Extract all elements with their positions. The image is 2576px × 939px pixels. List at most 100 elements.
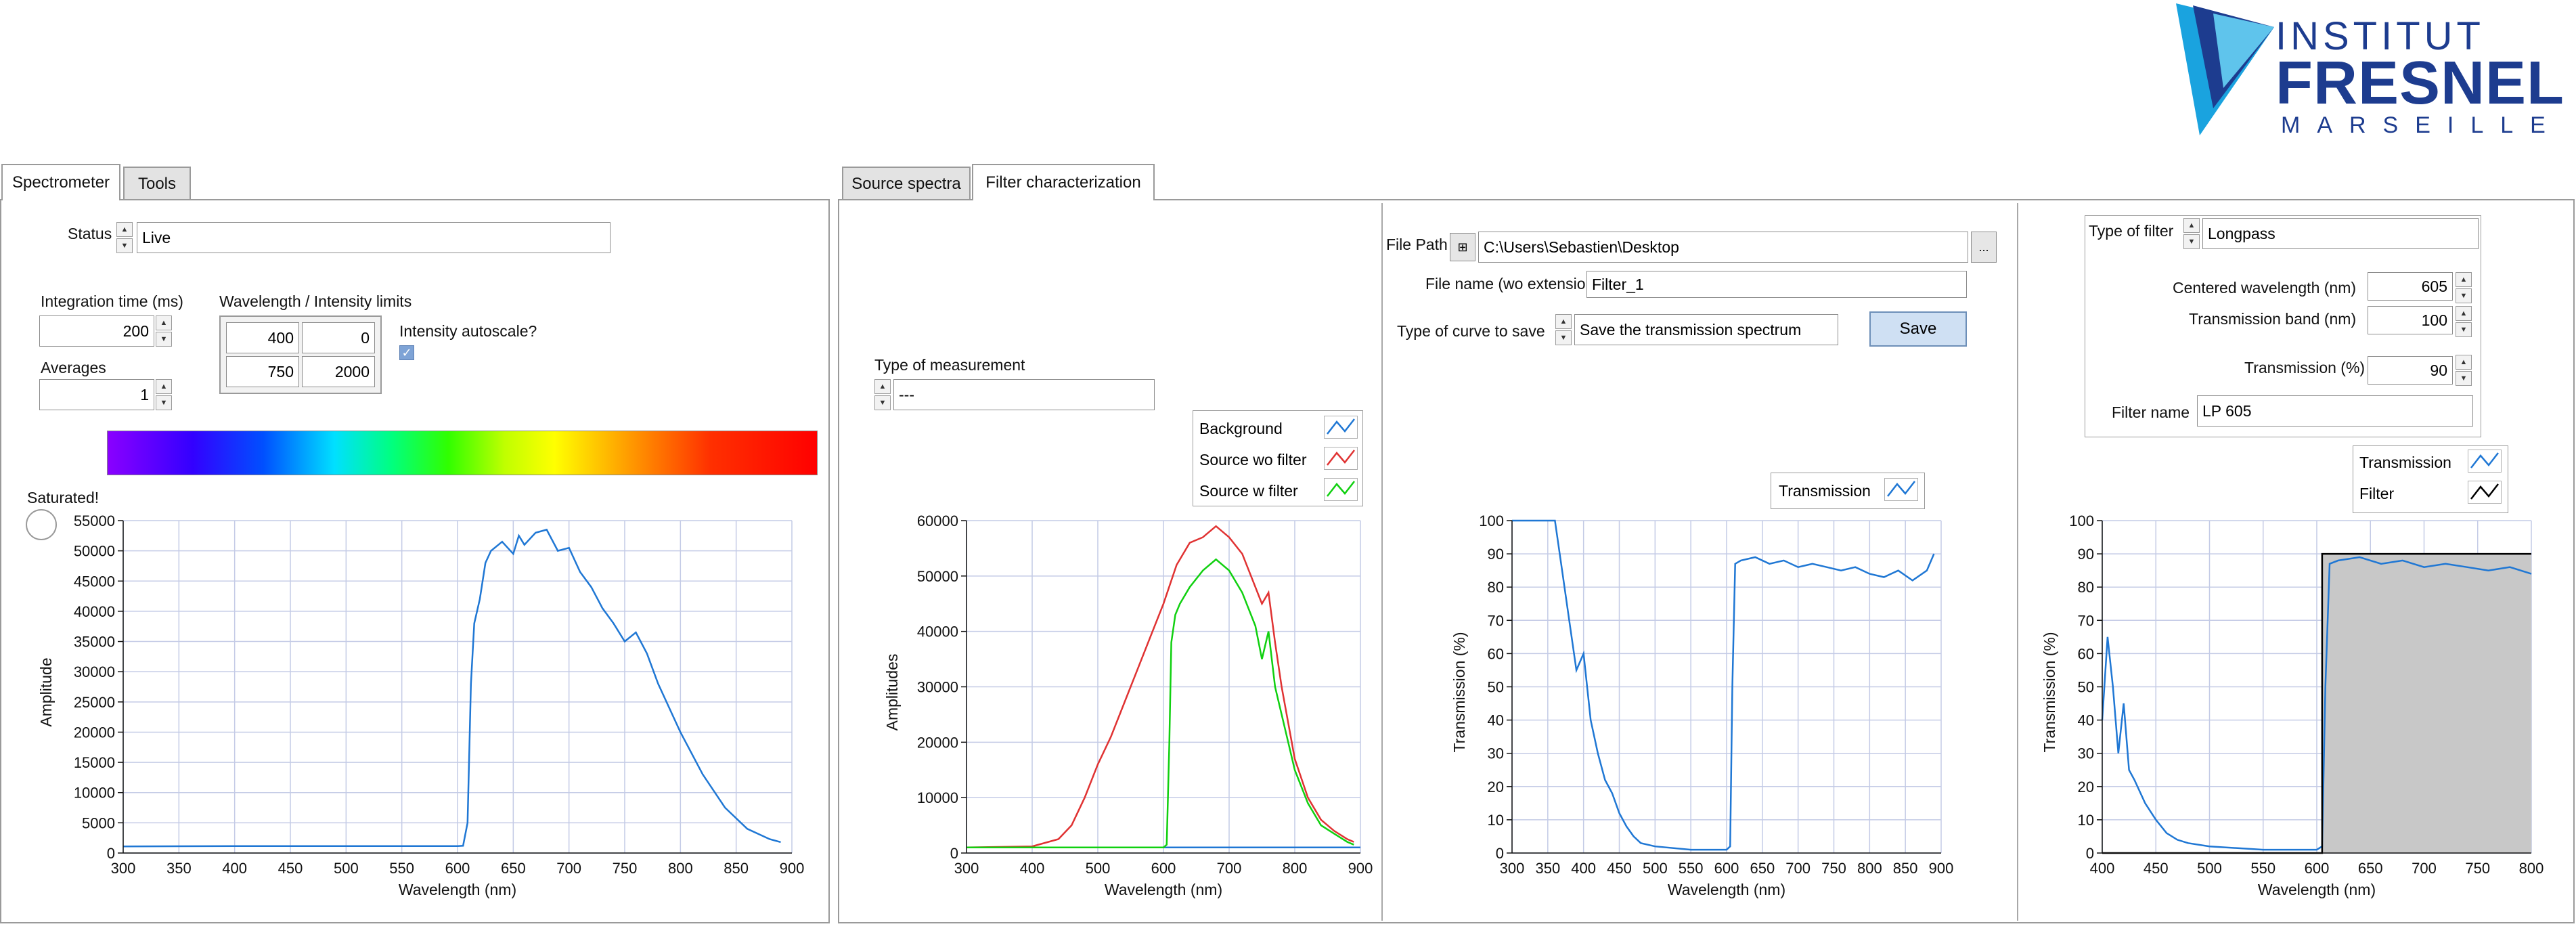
- transmission-percent-field[interactable]: 90: [2368, 356, 2453, 385]
- y-tick-label: 60000: [917, 512, 958, 529]
- filter-name-field[interactable]: LP 605: [2197, 395, 2473, 427]
- spin-down-icon[interactable]: ▼: [116, 238, 133, 253]
- type-of-filter-label: Type of filter: [2089, 222, 2174, 240]
- tab-source-spectra[interactable]: Source spectra: [842, 167, 971, 200]
- y-tick-label: 15000: [74, 754, 115, 771]
- spin-down-icon[interactable]: ▼: [2183, 234, 2200, 249]
- logo-line-2: FRESNEL: [2275, 49, 2565, 117]
- transmission-band-spinner[interactable]: ▲ ▼: [2456, 306, 2472, 337]
- spin-up-icon[interactable]: ▲: [2456, 272, 2472, 287]
- spin-down-icon[interactable]: ▼: [2456, 371, 2472, 386]
- legend-source-wo-filter: Source wo filter: [1199, 451, 1307, 468]
- autoscale-checkbox[interactable]: ✓: [399, 345, 414, 360]
- x-tick-label: 750: [2465, 860, 2490, 877]
- x-tick-label: 550: [389, 860, 414, 877]
- section-divider: [2017, 203, 2018, 921]
- file-path-browse-icon[interactable]: ⊞: [1450, 233, 1475, 261]
- spin-up-icon[interactable]: ▲: [1555, 314, 1572, 329]
- y-tick-label: 90: [1488, 546, 1504, 563]
- curve-type-field[interactable]: Save the transmission spectrum: [1574, 314, 1838, 345]
- x-tick-label: 700: [2412, 860, 2437, 877]
- spin-down-icon[interactable]: ▼: [2456, 322, 2472, 337]
- centered-wavelength-field[interactable]: 605: [2368, 272, 2453, 301]
- y-tick-label: 40: [1488, 712, 1504, 729]
- spin-up-icon[interactable]: ▲: [874, 379, 891, 394]
- x-tick-label: 350: [166, 860, 192, 877]
- institut-fresnel-logo: INSTITUT FRESNEL MARSEILLE: [2173, 0, 2564, 142]
- y-tick-label: 30: [2078, 745, 2094, 762]
- status-label: Status: [68, 225, 112, 242]
- transmission-chart: 300 350 400 450 500 550 600 650 700 750 800 850 900 0…: [1450, 512, 1954, 898]
- legend-transmission: Transmission: [2359, 454, 2451, 471]
- x-tick-label: 450: [2144, 860, 2169, 877]
- spin-up-icon[interactable]: ▲: [2456, 306, 2472, 321]
- y-tick-label: 40: [2078, 712, 2094, 729]
- transmission-band-field[interactable]: 100: [2368, 306, 2453, 334]
- legend-swatch-blue: [1884, 478, 1918, 501]
- file-name-field[interactable]: Filter_1: [1586, 271, 1967, 298]
- intensity-max-field[interactable]: 2000: [302, 356, 375, 387]
- averages-field[interactable]: 1: [39, 379, 154, 410]
- measurement-spinner[interactable]: ▲ ▼: [874, 379, 891, 410]
- x-tick-label: 450: [278, 860, 303, 877]
- spin-down-icon[interactable]: ▼: [156, 395, 172, 410]
- x-tick-label: 350: [1535, 860, 1560, 877]
- x-tick-label: 300: [111, 860, 136, 877]
- wavelength-min-field[interactable]: 400: [226, 322, 299, 353]
- integration-time-field[interactable]: 200: [39, 315, 154, 347]
- spin-up-icon[interactable]: ▲: [2183, 218, 2200, 233]
- y-tick-label: 50000: [74, 543, 115, 560]
- centered-wavelength-spinner[interactable]: ▲ ▼: [2456, 272, 2472, 303]
- tab-tools[interactable]: Tools: [123, 167, 191, 200]
- spin-up-icon[interactable]: ▲: [2456, 355, 2472, 370]
- limits-label: Wavelength / Intensity limits: [219, 292, 412, 310]
- spin-down-icon[interactable]: ▼: [2456, 288, 2472, 303]
- curve-type-spinner[interactable]: ▲ ▼: [1555, 314, 1572, 345]
- y-tick-label: 5000: [82, 814, 115, 831]
- file-path-field[interactable]: C:\Users\Sebastien\Desktop: [1478, 232, 1968, 263]
- autoscale-label: Intensity autoscale?: [399, 322, 537, 340]
- save-button[interactable]: Save: [1869, 311, 1967, 347]
- y-axis-title: Amplitudes: [883, 654, 901, 731]
- legend-swatch-red: [1324, 447, 1358, 470]
- y-tick-label: 10: [1488, 812, 1504, 829]
- filter-type-spinner[interactable]: ▲ ▼: [2183, 218, 2200, 249]
- x-tick-label: 850: [1893, 860, 1918, 877]
- x-tick-label: 900: [1929, 860, 1954, 877]
- y-axis-title: Amplitude: [37, 657, 55, 726]
- wavelength-max-field[interactable]: 750: [226, 356, 299, 387]
- x-tick-label: 700: [1217, 860, 1242, 877]
- spin-up-icon[interactable]: ▲: [116, 222, 133, 237]
- y-tick-label: 20: [2078, 779, 2094, 795]
- x-tick-label: 800: [2519, 860, 2544, 877]
- spin-down-icon[interactable]: ▼: [1555, 330, 1572, 345]
- y-tick-label: 80: [2078, 579, 2094, 596]
- integration-time-spinner[interactable]: ▲ ▼: [156, 315, 172, 347]
- transmission-percent-spinner[interactable]: ▲ ▼: [2456, 355, 2472, 386]
- spin-down-icon[interactable]: ▼: [156, 332, 172, 347]
- y-tick-label: 50: [2078, 679, 2094, 696]
- status-field[interactable]: Live: [137, 222, 610, 253]
- status-spinner[interactable]: ▲ ▼: [116, 222, 133, 253]
- x-tick-label: 450: [1607, 860, 1632, 877]
- type-of-measurement-field[interactable]: ---: [893, 379, 1155, 410]
- x-tick-label: 500: [1086, 860, 1111, 877]
- averages-spinner[interactable]: ▲ ▼: [156, 379, 172, 410]
- spin-down-icon[interactable]: ▼: [874, 395, 891, 410]
- x-tick-label: 800: [1857, 860, 1882, 877]
- y-tick-label: 30: [1488, 745, 1504, 762]
- tab-filter-characterization[interactable]: Filter characterization: [972, 164, 1155, 200]
- spin-up-icon[interactable]: ▲: [156, 379, 172, 394]
- x-tick-label: 800: [668, 860, 693, 877]
- intensity-min-field[interactable]: 0: [302, 322, 375, 353]
- y-tick-label: 10000: [74, 785, 115, 802]
- x-tick-label: 400: [2090, 860, 2115, 877]
- spectrometer-chart: 300 350 400 450 500 550 600 650 700 750 800 850 900 0…: [37, 512, 804, 898]
- y-tick-label: 50000: [917, 568, 958, 585]
- file-name-label: File name (wo extension): [1425, 275, 1599, 292]
- browse-button[interactable]: ...: [1971, 232, 1997, 263]
- spin-up-icon[interactable]: ▲: [156, 315, 172, 330]
- tab-spectrometer[interactable]: Spectrometer: [1, 164, 120, 200]
- type-of-filter-field[interactable]: Longpass: [2202, 218, 2479, 249]
- y-axis-title: Transmission (%): [2041, 632, 2058, 752]
